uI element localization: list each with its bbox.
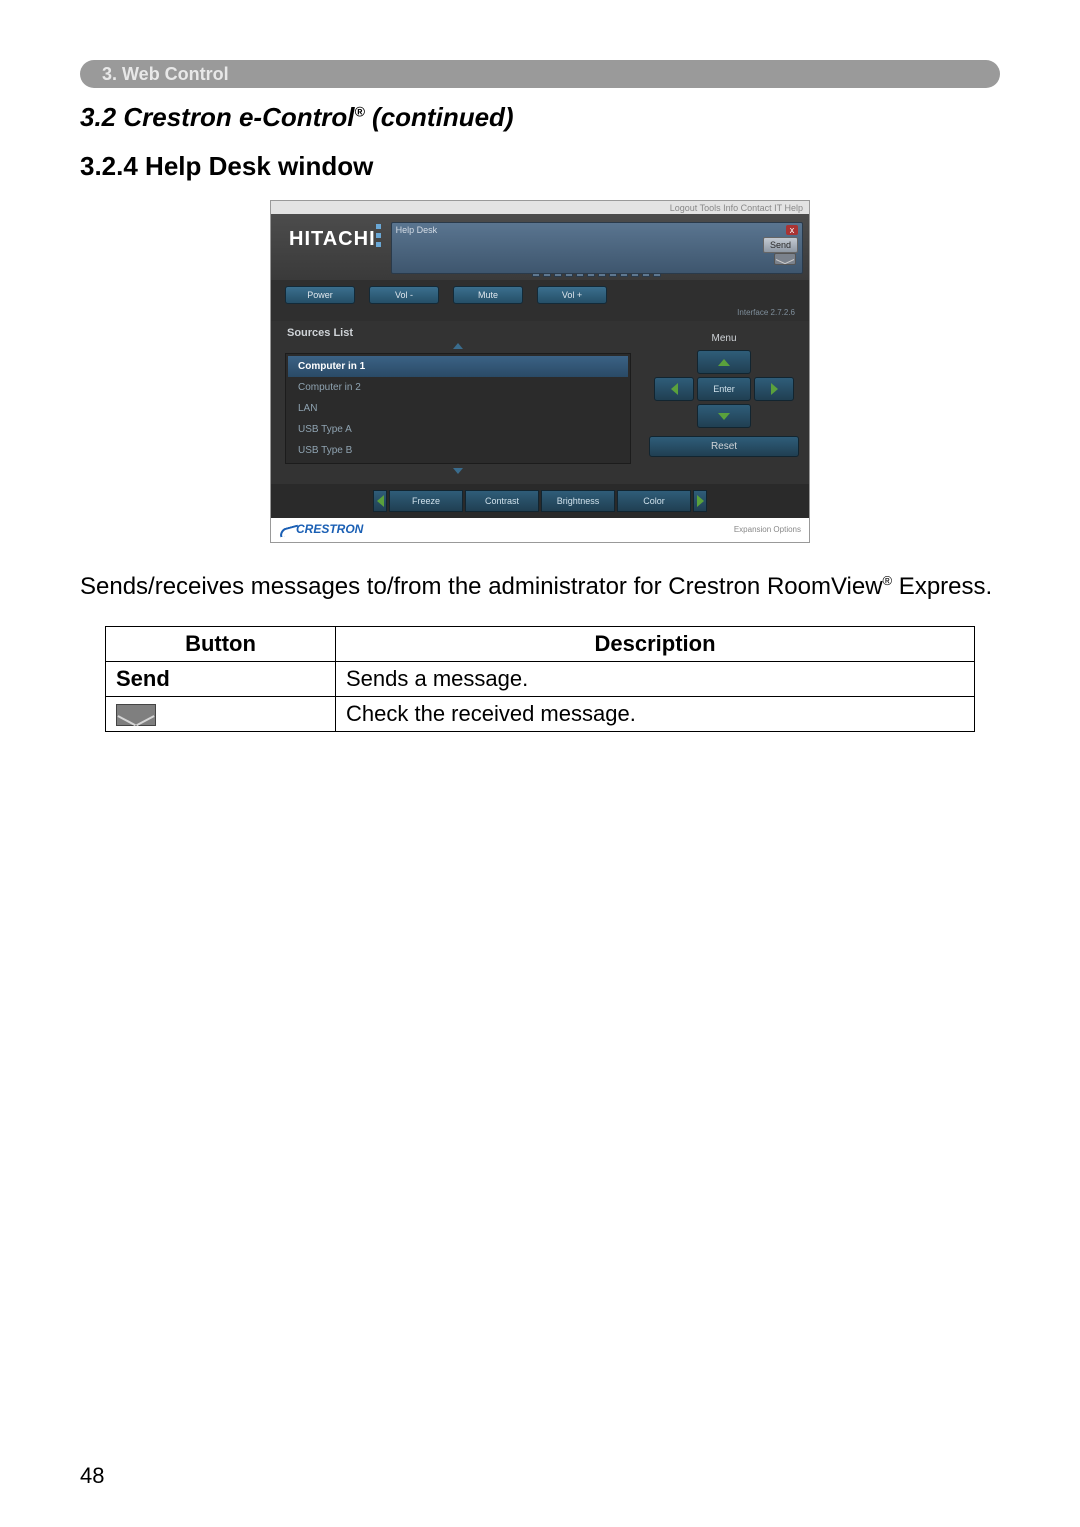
table-cell-button: Send (106, 662, 336, 697)
section-title-prefix: 3.2 Crestron e-Control (80, 102, 355, 132)
triangle-left-icon (377, 495, 384, 507)
help-desk-popup: Help Desk x Send (391, 222, 803, 274)
drag-handle-icon[interactable] (376, 224, 381, 247)
send-label: Send (116, 666, 170, 691)
table-header-description: Description (336, 627, 975, 662)
page-number: 48 (80, 1463, 104, 1489)
section-title-suffix: (continued) (365, 102, 514, 132)
triangle-right-icon (771, 383, 778, 395)
screenshot-header: HITACHI Help Desk x Send (271, 214, 809, 280)
menu-panel: Menu Enter Reset (649, 325, 799, 474)
section-title: 3.2 Crestron e-Control® (continued) (80, 102, 1000, 133)
dpad-left-button[interactable] (654, 377, 694, 401)
vol-up-button[interactable]: Vol + (537, 286, 607, 304)
chapter-tab-label: 3. Web Control (102, 64, 229, 85)
sources-panel: Sources List Computer in 1 Computer in 2… (285, 325, 631, 474)
next-button[interactable] (693, 490, 707, 512)
crestron-logo: CRESTRON (279, 522, 363, 536)
help-desk-title: Help Desk (392, 223, 802, 237)
brightness-button[interactable]: Brightness (541, 490, 615, 512)
scroll-up-icon[interactable] (453, 343, 463, 349)
source-item[interactable]: LAN (288, 398, 628, 419)
table-row: Send Sends a message. (106, 662, 975, 697)
table-cell-description: Sends a message. (336, 662, 975, 697)
triangle-up-icon (718, 359, 730, 366)
source-item[interactable]: Computer in 1 (288, 356, 628, 377)
sources-list: Computer in 1 Computer in 2 LAN USB Type… (285, 353, 631, 464)
hitachi-logo: HITACHI (289, 228, 376, 251)
bottom-controls: Freeze Contrast Brightness Color (271, 484, 809, 518)
mail-icon[interactable] (774, 253, 796, 265)
resize-grip-icon[interactable] (392, 273, 802, 277)
reset-button[interactable]: Reset (649, 436, 799, 457)
dpad-enter-button[interactable]: Enter (697, 377, 751, 401)
sources-title: Sources List (287, 327, 631, 339)
menu-label: Menu (649, 333, 799, 344)
expansion-options-link[interactable]: Expansion Options (734, 525, 801, 534)
dpad-down-button[interactable] (697, 404, 751, 428)
contrast-button[interactable]: Contrast (465, 490, 539, 512)
screenshot-figure: Logout Tools Info Contact IT Help HITACH… (270, 200, 810, 543)
registered-mark: ® (883, 573, 893, 588)
source-item[interactable]: Computer in 2 (288, 377, 628, 398)
body-paragraph: Sends/receives messages to/from the admi… (80, 571, 1000, 602)
dpad: Enter (649, 350, 799, 428)
freeze-button[interactable]: Freeze (389, 490, 463, 512)
table-cell-description: Check the received message. (336, 697, 975, 732)
source-item[interactable]: USB Type A (288, 419, 628, 440)
body-text-b: Express. (892, 573, 992, 600)
table-cell-button (106, 697, 336, 732)
mail-icon (116, 704, 156, 726)
table-header-button: Button (106, 627, 336, 662)
triangle-down-icon (718, 413, 730, 420)
registered-mark: ® (355, 103, 365, 119)
dpad-right-button[interactable] (754, 377, 794, 401)
source-item[interactable]: USB Type B (288, 440, 628, 461)
body-text-a: Sends/receives messages to/from the admi… (80, 573, 883, 600)
triangle-right-icon (697, 495, 704, 507)
color-button[interactable]: Color (617, 490, 691, 512)
send-button[interactable]: Send (763, 237, 798, 253)
subsection-title: 3.2.4 Help Desk window (80, 151, 1000, 182)
control-bar: Power Vol - Mute Vol + Interface 2.7.2.6 (271, 280, 809, 321)
triangle-left-icon (671, 383, 678, 395)
mute-button[interactable]: Mute (453, 286, 523, 304)
close-icon[interactable]: x (786, 225, 798, 235)
chapter-tab: 3. Web Control (80, 60, 1000, 88)
prev-button[interactable] (373, 490, 387, 512)
table-row: Check the received message. (106, 697, 975, 732)
scroll-down-icon[interactable] (453, 468, 463, 474)
power-button[interactable]: Power (285, 286, 355, 304)
crestron-logo-text: CRESTRON (296, 522, 363, 536)
dpad-up-button[interactable] (697, 350, 751, 374)
vol-down-button[interactable]: Vol - (369, 286, 439, 304)
top-links-bar: Logout Tools Info Contact IT Help (271, 201, 809, 214)
button-description-table: Button Description Send Sends a message.… (105, 626, 975, 732)
interface-version: Interface 2.7.2.6 (285, 308, 795, 317)
